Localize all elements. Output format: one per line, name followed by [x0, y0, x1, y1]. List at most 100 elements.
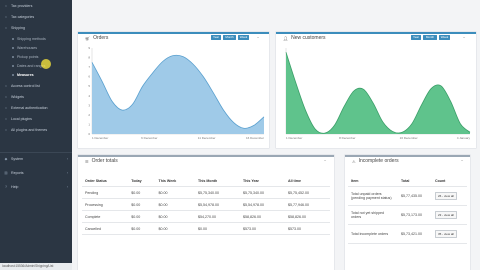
sidebar-item-tax-categories[interactable]: ○ Tax categories: [0, 13, 72, 21]
x-tick-label: 16 December: [246, 136, 264, 140]
sidebar: ○ Tax providers ○ Tax categories ○ Shipping Sh…: [0, 0, 72, 270]
series-area: [286, 52, 470, 134]
sidebar-item-label: Shipping methods: [17, 37, 46, 41]
warning-icon: ⚠︎: [352, 158, 356, 164]
sidebar-item-label: Widgets: [11, 95, 24, 99]
circle-icon: ○: [4, 128, 8, 132]
incomplete-collapse-icon[interactable]: −: [461, 158, 463, 163]
sidebar-item-help[interactable]: ? Help ‹: [0, 183, 72, 191]
orders-panel: 🛒︎ Orders Year Month Week − 0 1 2 3 4 5 6 7 8 9 1 …: [78, 32, 269, 148]
bullet-icon: [12, 38, 14, 40]
table-cell: $5,54,978.00: [240, 198, 285, 211]
sidebar-divider: [0, 152, 72, 153]
circle-icon: ○: [4, 106, 8, 110]
table-row: Total unpaid orders (pending payment sta…: [348, 186, 467, 206]
sidebar-item-label: Pickup points: [17, 55, 39, 59]
x-tick-label: 1 December: [92, 136, 108, 140]
sidebar-item-label: External authentication: [11, 106, 48, 110]
table-cell: $5,75,452.00: [284, 186, 330, 199]
panel-accent-bar: [276, 32, 476, 34]
table-cell: $0.00: [128, 186, 156, 199]
y-tick-label: 4: [88, 94, 90, 98]
customers-week-button[interactable]: Week: [439, 35, 450, 40]
y-tick-label: 9: [88, 46, 90, 50]
table-cell: Processing: [82, 198, 129, 211]
y-tick-label: 5: [88, 84, 90, 88]
order-totals-collapse-icon[interactable]: −: [324, 158, 326, 163]
orders-year-button[interactable]: Year: [211, 35, 221, 40]
orders-collapse-icon[interactable]: −: [257, 35, 259, 40]
table-cell: Total unpaid orders (pending payment sta…: [348, 186, 398, 206]
table-cell: 26 - view all: [432, 186, 467, 206]
series-area: [92, 55, 264, 134]
table-cell: Total not yet shipped orders: [348, 205, 398, 225]
table-row: Cancelled $0.00 $0.00 $0.00 $573.00 $573.00: [82, 222, 330, 235]
sidebar-item-shipping-methods[interactable]: Shipping methods: [0, 35, 84, 43]
list-icon: ☰: [85, 158, 89, 164]
bullet-icon: [12, 65, 14, 67]
sidebar-item-external-authentication[interactable]: ○ External authentication: [0, 104, 72, 112]
circle-icon: ○: [4, 95, 8, 99]
browser-status-url: localhost:15536/Admin/Shipping/List: [0, 263, 72, 270]
table-cell: $0.00: [155, 186, 196, 199]
x-tick-label: 4 January: [457, 136, 471, 140]
sidebar-item-system[interactable]: ◆ System ‹: [0, 155, 72, 163]
view-all-button[interactable]: 26 - view all: [435, 192, 457, 200]
orders-week-button[interactable]: Week: [238, 35, 249, 40]
mouse-cursor-highlight: [41, 59, 51, 69]
table-row: Pending $0.00 $0.00 $5,75,340.00 $5,75,340.0…: [82, 186, 330, 199]
bullet-icon: [12, 56, 14, 58]
table-row: Complete $0.00 $0.00 $54,270.00 $58,826.00 $5…: [82, 210, 330, 223]
sidebar-item-all-plugins-and-themes[interactable]: ○ All plugins and themes: [0, 126, 72, 134]
panel-accent-bar: [78, 32, 269, 34]
sidebar-item-reports[interactable]: ▥ Reports ‹: [0, 169, 72, 177]
y-tick-label: 8: [88, 56, 90, 60]
column-header: Total: [398, 175, 432, 187]
customers-panel-title: 👤︎ New customers: [283, 35, 326, 41]
table-cell: $5,54,978.00: [195, 198, 240, 211]
cart-icon: 🛒︎: [85, 35, 91, 41]
sidebar-item-label: Warehouses: [17, 46, 38, 50]
table-cell: $5,75,340.00: [240, 186, 285, 199]
table-row: Total not yet shipped orders $5,73,173.00…: [348, 205, 467, 225]
sidebar-item-label: Tax providers: [11, 4, 33, 8]
table-cell: $5,77,435.00: [398, 186, 432, 206]
orders-month-button[interactable]: Month: [223, 35, 236, 40]
x-tick-label: 8 December: [339, 136, 355, 140]
y-tick-label: 0: [88, 132, 90, 136]
y-tick-label: 1: [88, 122, 90, 126]
chevron-left-icon: ‹: [66, 185, 68, 189]
order-totals-title: ☰ Order totals: [85, 158, 118, 164]
customers-month-button[interactable]: Month: [423, 35, 437, 40]
user-icon: 👤︎: [283, 35, 289, 41]
column-header: Order Status: [82, 175, 129, 187]
chevron-left-icon: ‹: [66, 171, 68, 175]
sidebar-item-warehouses[interactable]: Warehouses: [0, 44, 84, 52]
customers-collapse-icon[interactable]: −: [463, 35, 465, 40]
view-all-button[interactable]: 23 - view all: [435, 211, 457, 219]
cube-icon: ◆: [4, 157, 8, 161]
x-tick-label: 11 December: [198, 136, 216, 140]
sidebar-item-widgets[interactable]: ○ Widgets: [0, 93, 72, 101]
column-header: This Year: [240, 175, 285, 187]
column-header: Item: [348, 175, 398, 187]
incomplete-orders-panel: ⚠︎ Incomplete orders − Item Total Count To…: [345, 155, 470, 270]
table-cell: $0.00: [128, 222, 156, 235]
sidebar-item-label: Measures: [17, 73, 34, 77]
orders-panel-title: 🛒︎ Orders: [85, 35, 109, 41]
sidebar-item-local-plugins[interactable]: ○ Local plugins: [0, 115, 72, 123]
sidebar-item-tax-providers[interactable]: ○ Tax providers: [0, 2, 72, 10]
y-tick-label: 6: [88, 75, 90, 79]
sidebar-item-label: All plugins and themes: [11, 128, 48, 132]
view-all-button[interactable]: 35 - view all: [435, 230, 457, 238]
sidebar-item-shipping[interactable]: ○ Shipping: [0, 24, 72, 32]
sidebar-item-access-control-list[interactable]: ○ Access control list: [0, 82, 72, 90]
table-cell: $58,826.00: [240, 210, 285, 223]
x-tick-label: 16 December: [400, 136, 418, 140]
table-cell: $5,73,421.00: [398, 224, 432, 244]
orders-chart: 0 1 2 3 4 5 6 7 8 9 1 December 6 December 11 Decembe…: [88, 46, 265, 140]
customers-year-button[interactable]: Year: [411, 35, 421, 40]
table-cell: Complete: [82, 210, 129, 223]
sidebar-item-measures[interactable]: Measures: [0, 71, 84, 79]
x-tick-label: 6 December: [141, 136, 157, 140]
